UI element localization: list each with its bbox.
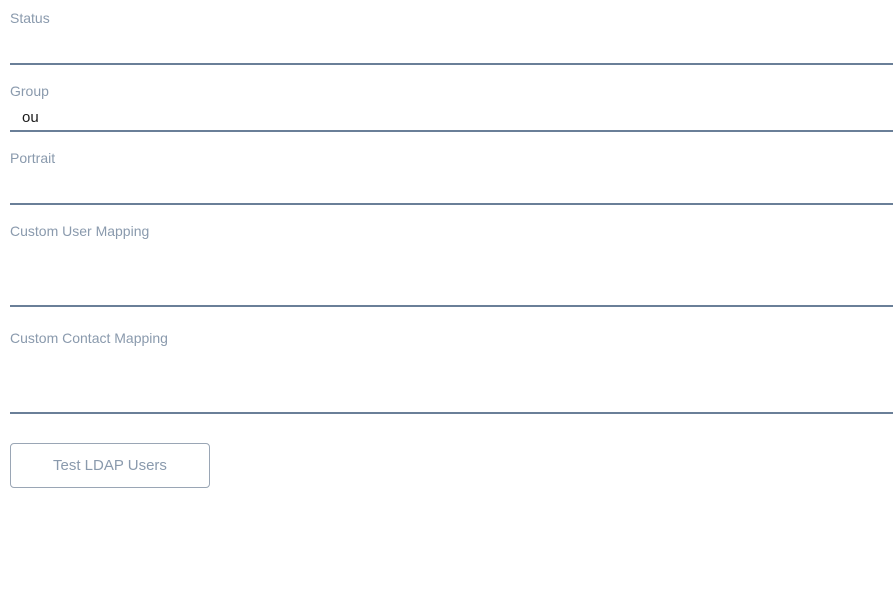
custom-user-mapping-label: Custom User Mapping — [10, 223, 893, 239]
portrait-input[interactable] — [10, 174, 893, 205]
group-label: Group — [10, 83, 893, 99]
custom-user-mapping-field-group: Custom User Mapping — [10, 223, 893, 312]
custom-user-mapping-input[interactable] — [10, 247, 893, 307]
portrait-label: Portrait — [10, 150, 893, 166]
portrait-field-group: Portrait — [10, 150, 893, 205]
group-field-group: Group — [10, 83, 893, 132]
custom-contact-mapping-label: Custom Contact Mapping — [10, 330, 893, 346]
status-field-group: Status — [10, 10, 893, 65]
group-input[interactable] — [10, 107, 893, 132]
custom-contact-mapping-field-group: Custom Contact Mapping — [10, 330, 893, 419]
custom-contact-mapping-input[interactable] — [10, 354, 893, 414]
test-ldap-users-button[interactable]: Test LDAP Users — [10, 443, 210, 488]
status-input[interactable] — [10, 34, 893, 65]
status-label: Status — [10, 10, 893, 26]
